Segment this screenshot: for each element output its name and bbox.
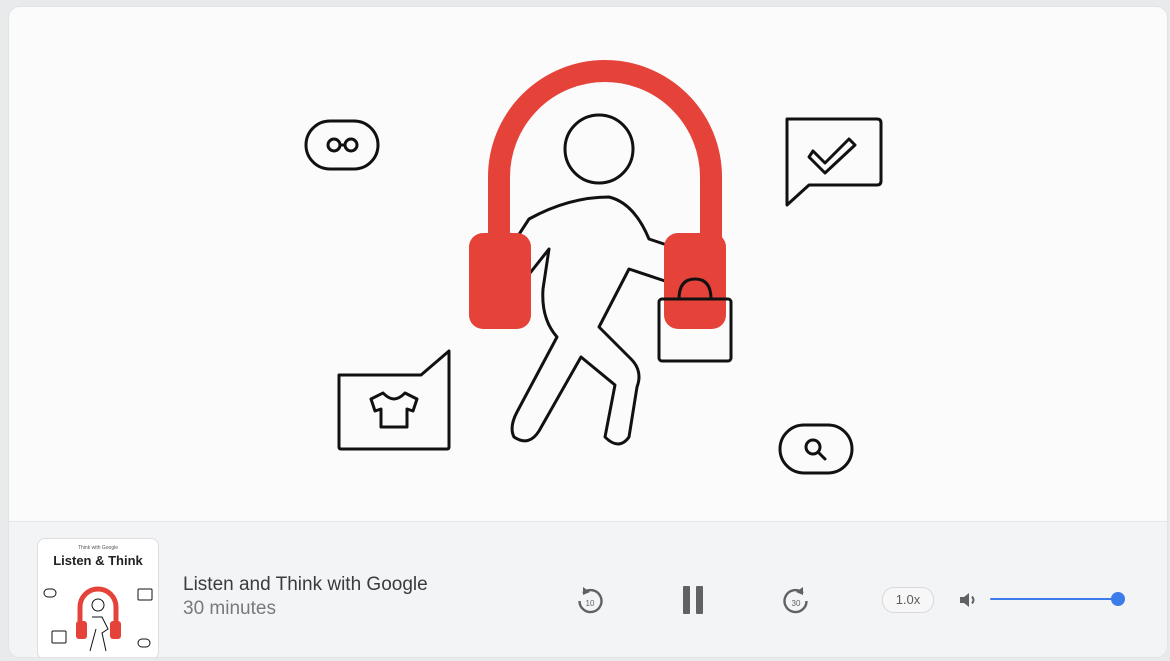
- thumbnail-title: Listen & Think: [53, 553, 143, 568]
- episode-title: Listen and Think with Google: [183, 574, 428, 595]
- podcast-player-card: Think with Google Listen & Think Listen …: [8, 6, 1168, 658]
- headphones-icon: [488, 60, 722, 258]
- thumbnail-art: [43, 586, 153, 652]
- volume-slider-knob[interactable]: [1111, 592, 1125, 606]
- player-bar: Think with Google Listen & Think Listen …: [9, 521, 1167, 657]
- episode-duration: 30 minutes: [183, 598, 276, 619]
- checkmark-chat-icon: [785, 117, 883, 207]
- thumbnail-caption: Think with Google: [77, 545, 119, 551]
- volume-slider-track: [990, 598, 1118, 600]
- forward-label: 30: [792, 599, 801, 608]
- rewind-icon: 10: [578, 587, 603, 614]
- volume-button[interactable]: [957, 588, 981, 612]
- volume-slider[interactable]: [990, 591, 1125, 607]
- rewind-label: 10: [586, 599, 595, 608]
- volume-icon: [960, 593, 975, 607]
- forward-icon: 30: [783, 587, 808, 614]
- rewind-10-button[interactable]: 10: [573, 584, 607, 618]
- forward-30-button[interactable]: 30: [779, 584, 813, 618]
- pause-button[interactable]: [673, 580, 713, 620]
- episode-artwork: [9, 7, 1167, 521]
- search-icon: [778, 423, 854, 475]
- playback-speed-button[interactable]: 1.0x: [882, 587, 934, 613]
- glasses-icon: [304, 119, 380, 171]
- pause-icon: [683, 586, 703, 614]
- episode-thumbnail[interactable]: Think with Google Listen & Think: [37, 538, 159, 657]
- tshirt-chat-icon: [337, 349, 451, 451]
